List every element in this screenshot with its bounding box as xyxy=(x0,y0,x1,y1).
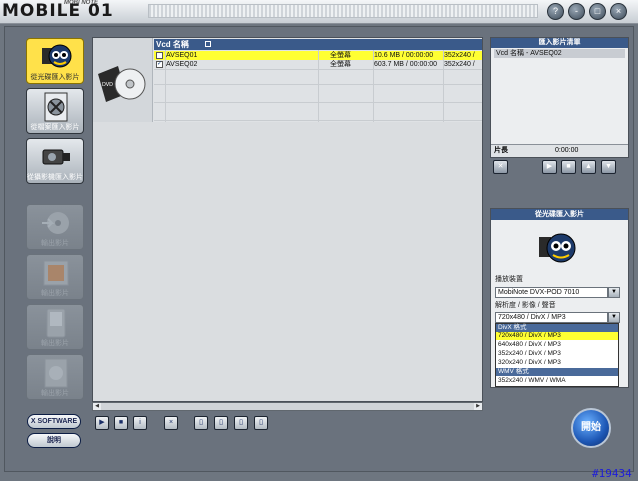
row-resolution: 352x240 / xyxy=(444,61,475,68)
dvd-case-icon: DVD xyxy=(98,66,146,102)
chevron-down-icon[interactable]: ▼ xyxy=(608,287,620,298)
minimize-window-button[interactable]: - xyxy=(568,3,585,20)
camcorder-icon xyxy=(42,149,70,165)
chevron-down-icon[interactable]: ▼ xyxy=(608,312,620,323)
move-up-button[interactable]: ▲ xyxy=(581,160,596,174)
disc-eye-icon xyxy=(539,233,576,263)
view2-button[interactable]: ▯ xyxy=(214,416,228,430)
sidebar-item-export-disc[interactable]: 輸出影片 xyxy=(26,204,84,250)
sidebar-item-export-pda[interactable]: 輸出影片 xyxy=(26,304,84,350)
help-button[interactable]: 說明 xyxy=(27,433,81,448)
row-checkbox[interactable]: ✓ xyxy=(156,61,163,68)
help-window-button[interactable]: ? xyxy=(547,3,564,20)
scroll-left-icon[interactable]: ◀ xyxy=(93,403,101,410)
view3-button[interactable]: ▯ xyxy=(234,416,248,430)
list-header: Vcd 名稱 xyxy=(154,39,482,50)
view1-button[interactable]: ▯ xyxy=(194,416,208,430)
file-list-panel: DVD Vcd 名稱 AVSEQ01 全螢幕 10.6 MB / 00:00:0… xyxy=(92,37,483,402)
row-checkbox[interactable] xyxy=(156,52,163,59)
sidebar-item-import-disc[interactable]: 從光碟匯入影片 xyxy=(26,38,84,84)
row-size: 603.7 MB / 00:00:00 xyxy=(374,61,438,68)
dropdown-option[interactable]: 720x480 / DivX / MP3 xyxy=(496,332,618,340)
app-logo-sub: MOBI NOTE xyxy=(64,0,98,6)
disc-export-icon xyxy=(42,212,69,234)
dropdown-group: WMV 格式 xyxy=(496,368,618,376)
title-bar: MOBILE 01 MOBI NOTE ? - □ × xyxy=(0,0,638,24)
format-dropdown-list: DivX 格式 720x480 / DivX / MP3 640x480 / D… xyxy=(495,323,619,387)
disc-import-panel: 從光碟匯入影片 播放裝置 MobiNote DVX-POD 7010 ▼ 解析度… xyxy=(490,208,629,388)
sidebar-item-label: 從攝影機匯入影片 xyxy=(27,174,83,181)
svg-text:DVD: DVD xyxy=(102,82,113,88)
view4-button[interactable]: ▯ xyxy=(254,416,268,430)
sidebar-item-label: 輸出影片 xyxy=(41,340,69,347)
length-label: 片長 xyxy=(494,147,508,154)
scroll-right-icon[interactable]: ▶ xyxy=(474,403,482,410)
delete-button[interactable]: × xyxy=(164,416,178,430)
sidebar-item-import-camcorder[interactable]: 從攝影機匯入影片 xyxy=(26,138,84,184)
disc-eye-icon xyxy=(42,44,72,68)
device-label: 播放裝置 xyxy=(495,276,523,283)
watermark: #19434 xyxy=(592,467,632,480)
sidebar-item-label: 從檔案匯入影片 xyxy=(30,124,80,131)
play-button[interactable]: ▶ xyxy=(95,416,109,430)
device-select[interactable]: MobiNote DVX-POD 7010 xyxy=(495,287,608,298)
x-software-button[interactable]: X SOFTWARE xyxy=(27,414,81,429)
list-empty-area xyxy=(93,122,482,401)
file-tool-icon xyxy=(44,92,68,122)
row-name: AVSEQ02 xyxy=(166,61,198,68)
sidebar-item-label: 輸出影片 xyxy=(41,240,69,247)
sidebar-item-label: 從光碟匯入影片 xyxy=(30,74,80,81)
sidebar-item-import-file[interactable]: 從檔案匯入影片 xyxy=(26,88,84,134)
format-label: 解析度 / 影像 / 聲音 xyxy=(495,302,556,309)
list-item[interactable]: Vcd 名稱 - AVSEQ02 xyxy=(494,49,625,58)
list-header-icon xyxy=(205,41,212,47)
info-button[interactable]: i xyxy=(133,416,147,430)
title-bar-drag-area[interactable] xyxy=(148,4,538,18)
start-button[interactable]: 開始 xyxy=(571,408,611,448)
disc-import-title: 從光碟匯入影片 xyxy=(491,209,628,220)
dvd-case-icon-area: DVD xyxy=(93,38,153,122)
sidebar-item-export-frame[interactable]: 輸出影片 xyxy=(26,254,84,300)
sidebar-item-label: 輸出影片 xyxy=(41,390,69,397)
horizontal-scrollbar[interactable]: ◀ ▶ xyxy=(92,402,483,411)
move-down-button[interactable]: ▼ xyxy=(601,160,616,174)
row-mode: 全螢幕 xyxy=(330,52,351,59)
format-select[interactable]: 720x480 / DivX / MP3 xyxy=(495,312,608,323)
length-bar: 片長 0:00:00 xyxy=(491,144,628,157)
sidebar-item-export-file[interactable]: 輸出影片 xyxy=(26,354,84,400)
maximize-window-button[interactable]: □ xyxy=(589,3,606,20)
import-play-button[interactable]: ▶ xyxy=(542,160,557,174)
dropdown-group: DivX 格式 xyxy=(496,324,618,332)
close-window-button[interactable]: × xyxy=(610,3,627,20)
dropdown-option[interactable]: 320x240 / DivX / MP3 xyxy=(496,359,618,367)
import-stop-button[interactable]: ■ xyxy=(561,160,576,174)
pda-icon xyxy=(46,308,66,338)
stop-button[interactable]: ■ xyxy=(114,416,128,430)
row-size: 10.6 MB / 00:00:00 xyxy=(374,52,434,59)
list-header-label: Vcd 名稱 xyxy=(156,40,189,49)
row-mode: 全螢幕 xyxy=(330,61,351,68)
length-value: 0:00:00 xyxy=(555,147,579,154)
dropdown-option[interactable]: 640x480 / DivX / MP3 xyxy=(496,341,618,349)
sidebar-item-label: 輸出影片 xyxy=(41,290,69,297)
import-list-title: 匯入影片清單 xyxy=(491,38,628,48)
row-name: AVSEQ01 xyxy=(166,52,198,59)
import-list-panel: 匯入影片清單 Vcd 名稱 - AVSEQ02 片長 0:00:00 xyxy=(490,37,629,158)
file-export-icon xyxy=(44,358,68,388)
row-resolution: 352x240 / xyxy=(444,52,475,59)
remove-import-button[interactable]: ✕ xyxy=(493,160,508,174)
frame-icon xyxy=(43,260,69,286)
dropdown-option[interactable]: 352x240 / WMV / WMA xyxy=(496,377,618,385)
dropdown-option[interactable]: 352x240 / DivX / MP3 xyxy=(496,350,618,358)
